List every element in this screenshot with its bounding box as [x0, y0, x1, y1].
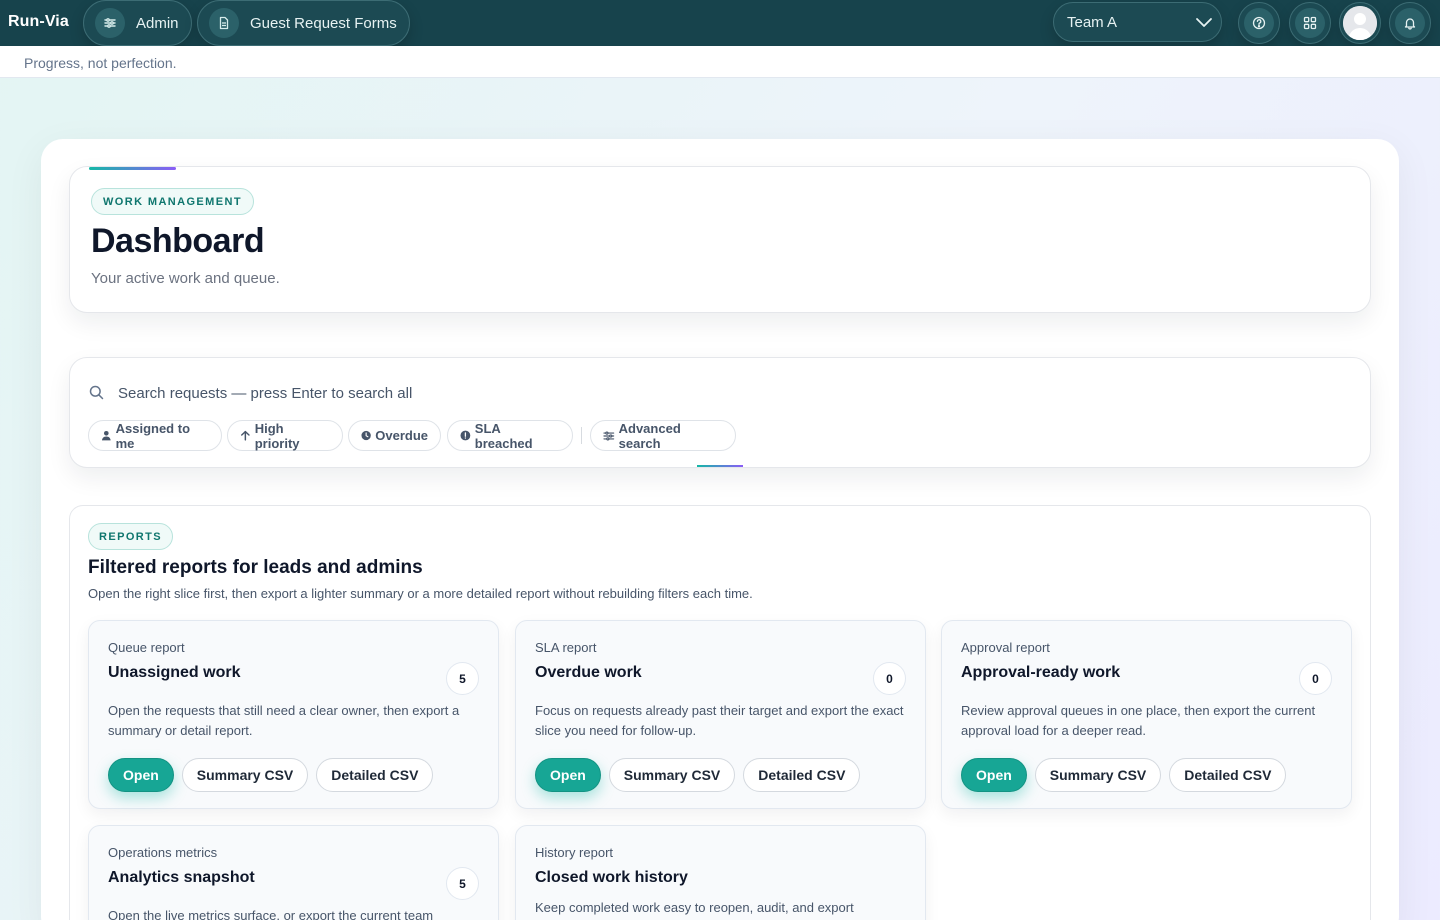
- detailed-csv-button[interactable]: Detailed CSV: [743, 758, 861, 792]
- report-card-analytics: Operations metrics Analytics snapshot 5 …: [88, 825, 499, 920]
- clock-icon: [361, 430, 371, 441]
- profile-button[interactable]: [1339, 2, 1381, 44]
- report-description: Review approval queues in one place, the…: [961, 703, 1316, 738]
- chip-label: High priority: [254, 420, 300, 451]
- page-header-card: [69, 166, 1371, 313]
- report-title: Closed work history: [535, 869, 688, 886]
- nav-forms-label: Guest Request Forms: [250, 14, 397, 32]
- help-button[interactable]: [1238, 2, 1280, 44]
- report-count-badge: 5: [446, 867, 479, 900]
- reports-eyebrow: REPORTS: [88, 523, 173, 550]
- user-icon: [101, 430, 111, 441]
- alert-icon: [460, 430, 471, 441]
- help-icon: [1252, 16, 1266, 30]
- search-input[interactable]: [118, 380, 1318, 406]
- tagline: Progress, not perfection.: [24, 55, 177, 71]
- detailed-csv-button[interactable]: Detailed CSV: [316, 758, 434, 792]
- sliders-icon: [95, 8, 125, 38]
- report-card-history: History report Closed work history Keep …: [515, 825, 926, 920]
- search-icon: [89, 385, 104, 400]
- reports-subtitle: Open the right slice first, then export …: [88, 586, 753, 601]
- report-card-approval: Approval report Approval-ready work 0 Re…: [941, 620, 1352, 809]
- report-kicker: SLA report: [535, 640, 597, 655]
- arrow-up-icon: [241, 430, 250, 441]
- brand-logo[interactable]: Run-Via: [8, 13, 69, 31]
- summary-csv-button[interactable]: Summary CSV: [181, 758, 309, 792]
- report-description: Open the live metrics surface, or export…: [108, 908, 434, 920]
- open-button[interactable]: Open: [108, 758, 174, 792]
- report-kicker: Approval report: [961, 640, 1050, 655]
- page-subtitle: Your active work and queue.: [91, 270, 280, 287]
- bell-icon: [1404, 18, 1416, 30]
- header-accent-line: [89, 167, 176, 170]
- top-bar: Run-Via Admin Guest Request Forms Team A: [0, 0, 1440, 46]
- report-title: Approval-ready work: [961, 664, 1121, 681]
- report-title: Unassigned work: [108, 664, 241, 681]
- team-select[interactable]: Team A: [1053, 2, 1222, 42]
- report-count-badge: 0: [1299, 662, 1332, 695]
- page-title: Dashboard: [91, 222, 265, 260]
- filter-chip-sla-breached[interactable]: SLA breached: [447, 420, 573, 451]
- report-count-badge: 5: [446, 662, 479, 695]
- notifications-button[interactable]: [1389, 2, 1431, 44]
- apps-button[interactable]: [1289, 2, 1331, 44]
- chevron-down-icon: [1196, 18, 1212, 27]
- open-button[interactable]: Open: [535, 758, 601, 792]
- nav-guest-request-forms-button[interactable]: Guest Request Forms: [197, 0, 410, 46]
- avatar: [1343, 6, 1377, 40]
- report-card-unassigned: Queue report Unassigned work 5 Open the …: [88, 620, 499, 809]
- report-description: Focus on requests already past their tar…: [535, 703, 904, 738]
- sliders-icon: [603, 430, 615, 441]
- chip-label: SLA breached: [474, 420, 533, 451]
- summary-csv-button[interactable]: Summary CSV: [608, 758, 736, 792]
- filter-chip-assigned-to-me[interactable]: Assigned to me: [88, 420, 222, 451]
- filter-chip-high-priority[interactable]: High priority: [227, 420, 343, 451]
- nav-admin-button[interactable]: Admin: [83, 0, 192, 46]
- chip-divider: [581, 427, 582, 444]
- report-kicker: Queue report: [108, 640, 185, 655]
- chip-label: Overdue: [375, 428, 428, 443]
- open-button[interactable]: Open: [961, 758, 1027, 792]
- section-eyebrow: WORK MANAGEMENT: [91, 188, 254, 215]
- report-title: Analytics snapshot: [108, 869, 255, 886]
- team-select-value: Team A: [1067, 13, 1118, 31]
- search-card: [69, 357, 1371, 468]
- summary-csv-button[interactable]: Summary CSV: [1034, 758, 1162, 792]
- report-description: Open the requests that still need a clea…: [108, 703, 460, 738]
- nav-admin-label: Admin: [136, 14, 179, 32]
- report-kicker: History report: [535, 845, 614, 860]
- reports-title: Filtered reports for leads and admins: [88, 557, 423, 578]
- chip-label: Assigned to me: [115, 420, 191, 451]
- grid-icon: [1303, 16, 1317, 30]
- report-title: Overdue work: [535, 664, 642, 681]
- advanced-search-button[interactable]: Advanced search: [590, 420, 736, 451]
- search-focus-indicator: [697, 465, 743, 467]
- filter-chip-overdue[interactable]: Overdue: [348, 420, 441, 451]
- report-kicker: Operations metrics: [108, 845, 218, 860]
- sub-bar: Progress, not perfection.: [0, 46, 1440, 78]
- report-card-overdue: SLA report Overdue work 0 Focus on reque…: [515, 620, 926, 809]
- document-icon: [209, 8, 239, 38]
- detailed-csv-button[interactable]: Detailed CSV: [1169, 758, 1287, 792]
- report-count-badge: 0: [873, 662, 906, 695]
- report-description: Keep completed work easy to reopen, audi…: [535, 900, 854, 915]
- chip-label: Advanced search: [618, 420, 681, 451]
